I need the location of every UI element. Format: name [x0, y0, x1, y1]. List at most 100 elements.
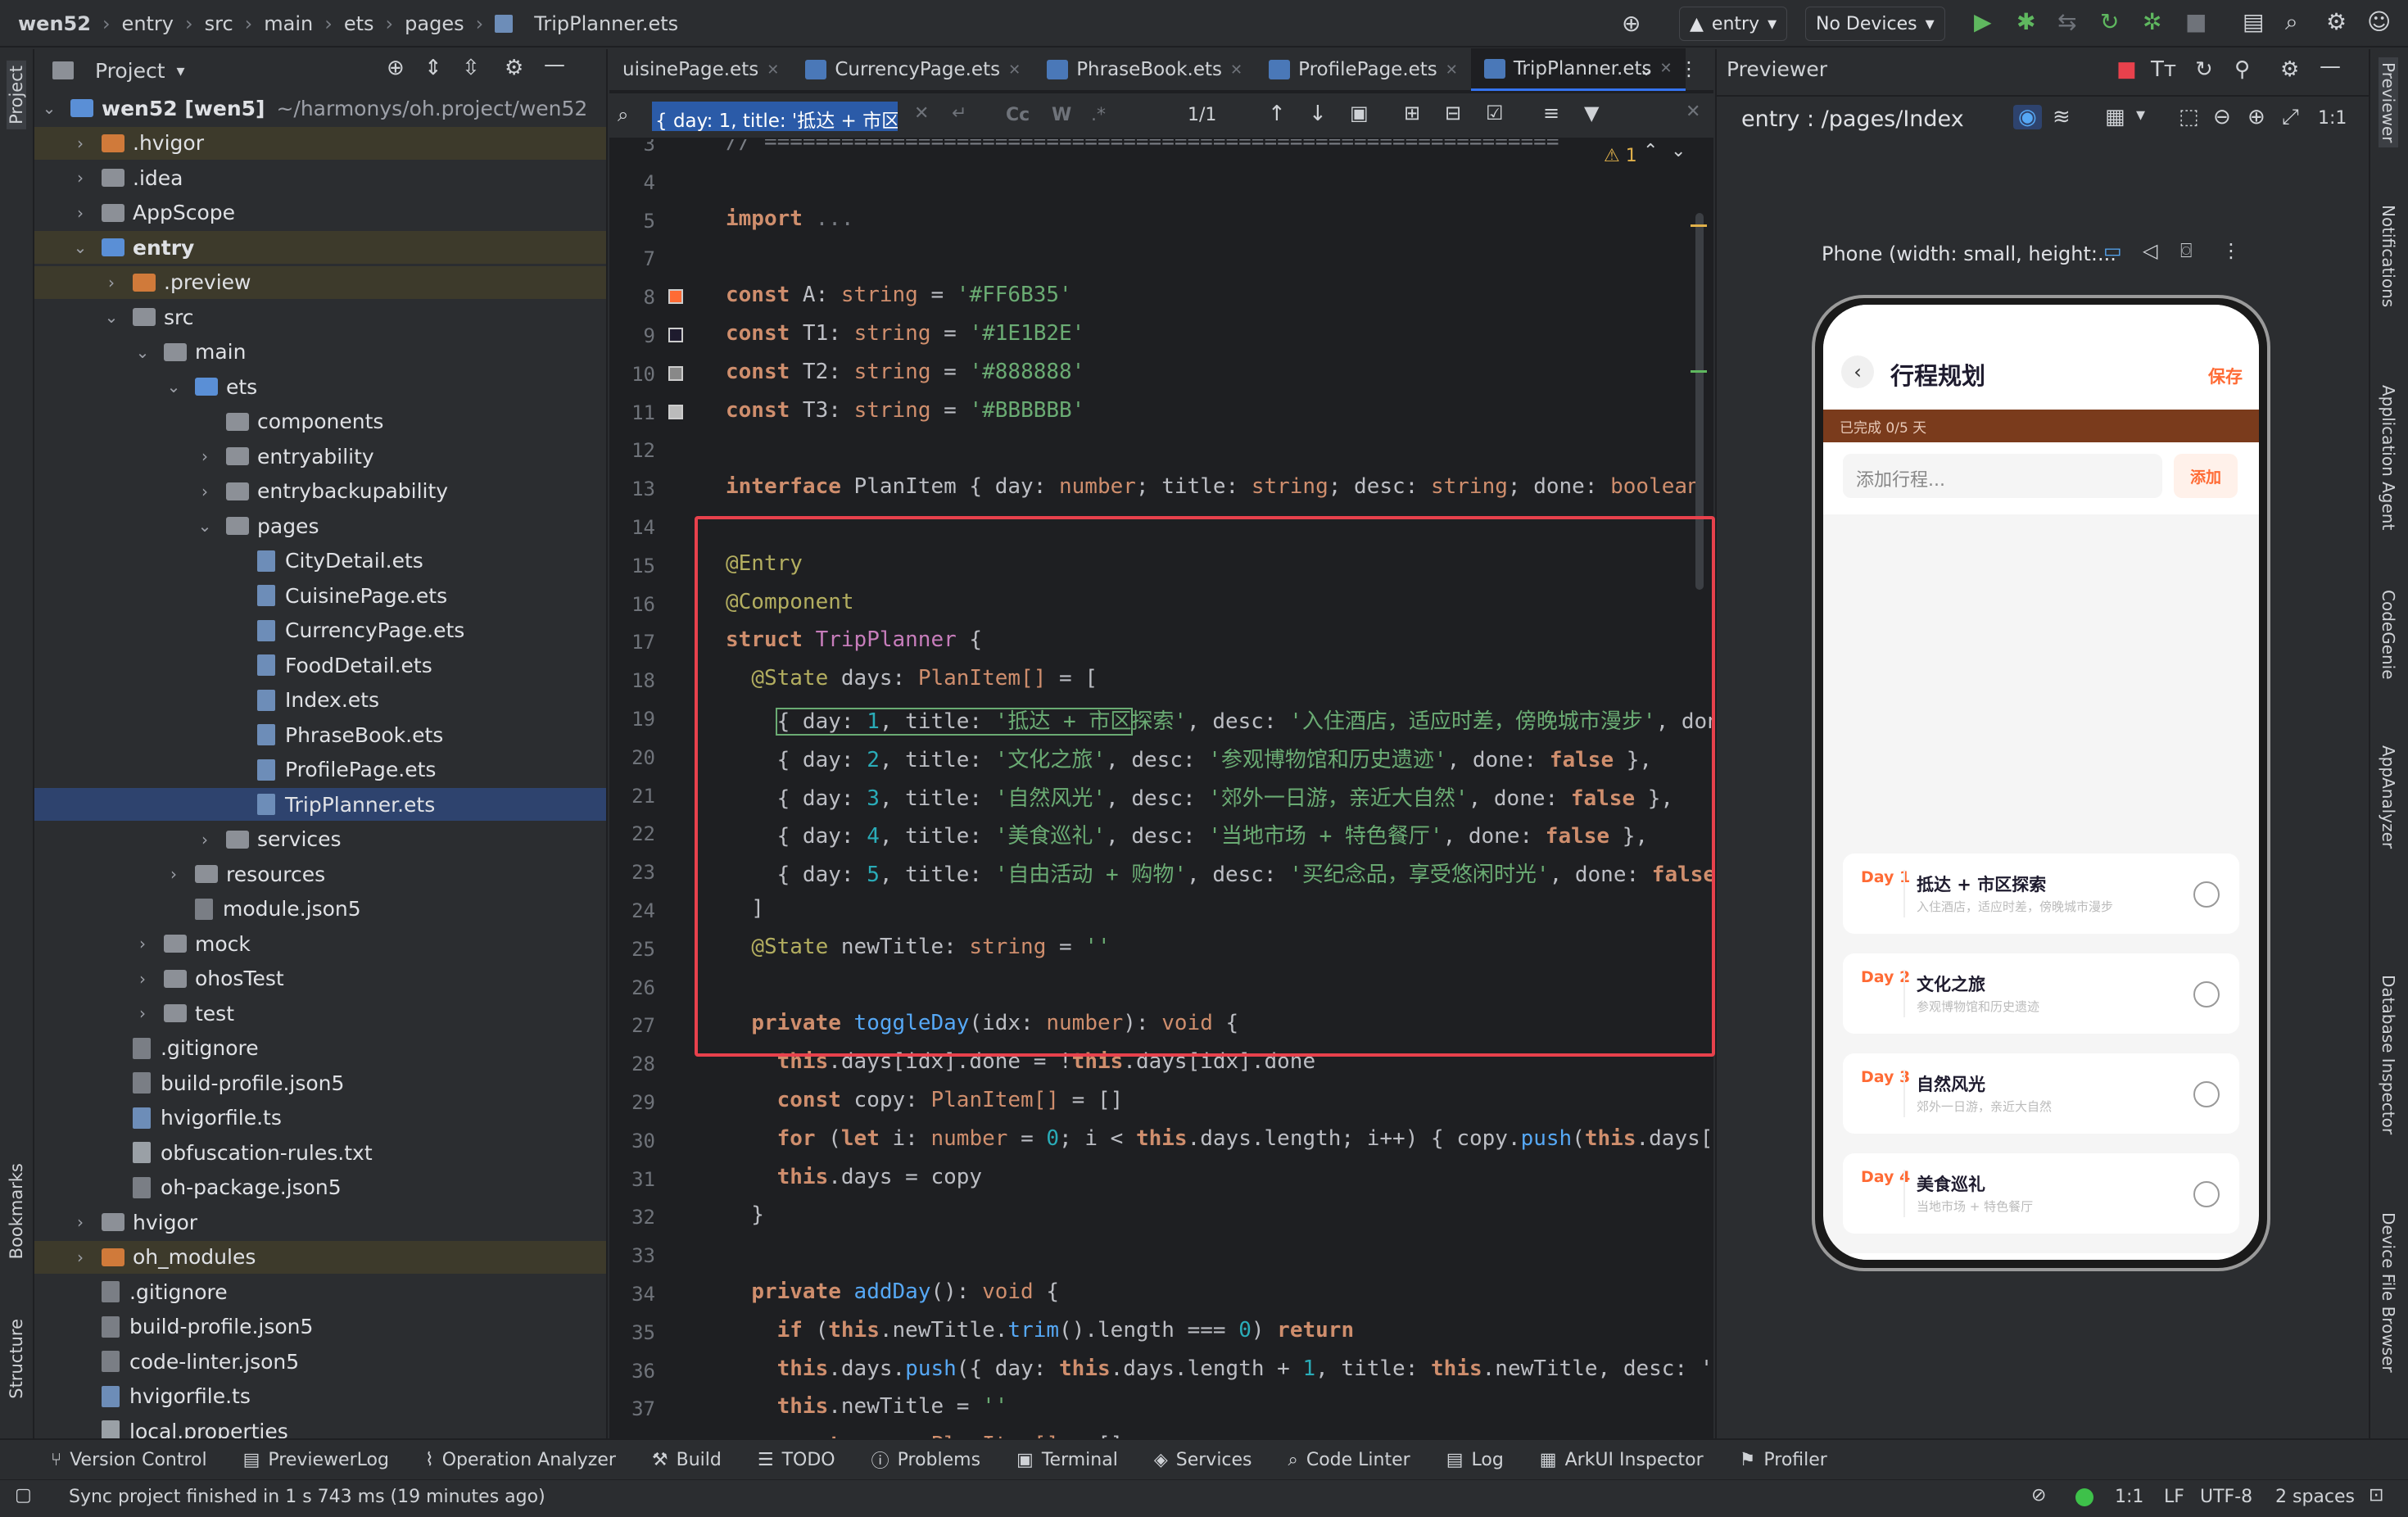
chevron-up-icon[interactable]: ⌃ [1643, 141, 1658, 161]
tool-window-arkui-inspector[interactable]: ▦ ArkUI Inspector [1540, 1450, 1704, 1470]
chevron-right-icon[interactable]: › [70, 134, 90, 153]
tree-item[interactable]: › hvigor [34, 1206, 606, 1239]
tree-item[interactable]: › entrybackupability [34, 475, 606, 508]
layout-icon[interactable]: ▢ [15, 1485, 32, 1506]
indent-setting[interactable]: 2 spaces [2275, 1487, 2355, 1507]
zoom-out-icon[interactable]: ⊖ [2213, 105, 2231, 129]
profile-icon[interactable]: ✲ [2143, 8, 2161, 35]
day-checkbox[interactable] [2193, 1081, 2220, 1107]
bookmarks-tool-tab[interactable]: Bookmarks [7, 1163, 26, 1259]
tree-item[interactable]: › ohosTest [34, 962, 606, 995]
tree-item[interactable]: hvigorfile.ts [34, 1102, 606, 1134]
tree-item[interactable]: code-linter.json5 [34, 1345, 606, 1378]
code-line[interactable]: const A: string = '#FF6B35' [726, 283, 1072, 307]
breadcrumb-ets[interactable]: ets [344, 12, 374, 35]
tree-item[interactable]: ⌄ entry [34, 231, 606, 264]
tree-item[interactable]: › .preview [34, 265, 606, 299]
previewer-tool-tab[interactable]: Previewer [2379, 57, 2398, 148]
newline-icon[interactable]: ↵ [952, 103, 966, 124]
change-marker[interactable] [1691, 370, 1707, 373]
tree-item[interactable]: module.json5 [34, 893, 606, 926]
filter-icon[interactable]: ▼ [1584, 102, 1599, 125]
gear-icon[interactable]: ⚙ [2326, 8, 2347, 35]
day-checkbox[interactable] [2193, 981, 2220, 1008]
code-line[interactable]: const T2: string = '#888888' [726, 360, 1084, 384]
code-line[interactable]: this.days.push({ day: this.days.length +… [726, 1356, 1713, 1381]
back-button[interactable]: ‹ [1841, 355, 1874, 388]
line-separator[interactable]: LF [2164, 1487, 2184, 1507]
tool-window-terminal[interactable]: ▣ Terminal [1016, 1450, 1118, 1470]
tree-item[interactable]: › entryability [34, 440, 606, 473]
appanalyzer-tool-tab[interactable]: AppAnalyzer [2379, 745, 2398, 849]
chevron-down-icon[interactable]: ▾ [177, 61, 185, 80]
chevron-down-icon[interactable]: ▾ [2136, 105, 2145, 125]
code-line[interactable]: // =====================================… [726, 139, 1559, 154]
device-file-browser-tool-tab[interactable]: Device File Browser [2379, 1212, 2398, 1373]
zoom-in-icon[interactable]: ⊕ [2247, 105, 2265, 129]
lock-icon[interactable]: ⊡ [2369, 1485, 2383, 1506]
power-save-icon[interactable]: ⊘ [2031, 1485, 2046, 1506]
tree-item[interactable]: › AppScope [34, 197, 606, 229]
pin-icon[interactable]: ⚲ [2234, 57, 2250, 82]
target-icon[interactable]: ⊕ [1622, 10, 1641, 37]
chevron-down-icon[interactable]: ⌄ [70, 238, 90, 257]
add-trip-input[interactable]: 添加行程... [1843, 454, 2162, 498]
color-swatch-icon[interactable] [668, 289, 683, 305]
search-icon[interactable]: ⌕ [2285, 8, 2298, 36]
chevron-right-icon[interactable]: › [195, 482, 215, 501]
tool-window-todo[interactable]: ☰ TODO [758, 1450, 835, 1470]
tree-item[interactable]: TripPlanner.ets [34, 788, 606, 821]
chevron-right-icon[interactable]: › [102, 273, 121, 292]
save-button[interactable]: 保存 [2208, 364, 2243, 388]
tool-window-profiler[interactable]: ⚑ Profiler [1740, 1450, 1827, 1470]
color-swatch-icon[interactable] [668, 404, 683, 419]
gear-icon[interactable]: ⚙ [505, 56, 523, 80]
day-card[interactable]: Day 1 抵达 + 市区探索 入住酒店，适应时差，傍晚城市漫步 [1843, 854, 2239, 934]
tree-item[interactable]: ProfilePage.ets [34, 754, 606, 786]
tree-item[interactable]: ⌄ src [34, 301, 606, 333]
cursor-position[interactable]: 1:1 [2115, 1487, 2143, 1507]
tree-item[interactable]: oh-package.json5 [34, 1171, 606, 1204]
chevron-down-icon[interactable]: ⌄ [1638, 57, 1654, 80]
device-icon[interactable]: ▭ [2103, 239, 2122, 262]
regex-toggle[interactable]: .* [1091, 105, 1106, 125]
chevron-right-icon[interactable]: › [70, 1212, 90, 1232]
file-encoding[interactable]: UTF-8 [2200, 1487, 2252, 1507]
breadcrumb-pages[interactable]: pages [405, 12, 464, 35]
code-line[interactable]: const T3: string = '#BBBBBB' [726, 398, 1084, 423]
breadcrumb-project[interactable]: wen52 [18, 12, 91, 35]
tool-window-operation-analyzer[interactable]: ⌇ Operation Analyzer [425, 1450, 616, 1470]
code-line[interactable]: const copy: PlanItem[] = [] [726, 1088, 1124, 1112]
locate-icon[interactable]: ⊕ [387, 56, 405, 80]
back-icon[interactable]: ◁ [2143, 239, 2157, 262]
tool-window-code-linter[interactable]: ⌕ Code Linter [1288, 1450, 1410, 1470]
chevron-right-icon[interactable]: › [133, 934, 152, 953]
code-line[interactable]: if (this.newTitle.trim().length === 0) r… [726, 1318, 1354, 1343]
tree-item[interactable]: .gitignore [34, 1032, 606, 1065]
chevron-right-icon[interactable]: › [133, 969, 152, 989]
structure-tool-tab[interactable]: Structure [7, 1319, 26, 1399]
color-swatch-icon[interactable] [668, 328, 683, 342]
chevron-down-icon[interactable]: ⌄ [102, 307, 121, 327]
breadcrumb-main[interactable]: main [264, 12, 313, 35]
tree-item[interactable]: › services [34, 823, 606, 856]
close-icon[interactable]: ✕ [1446, 61, 1458, 79]
chevron-down-icon[interactable]: ⌄ [39, 98, 59, 118]
tree-item[interactable]: .gitignore [34, 1275, 606, 1308]
account-icon[interactable]: ☺ [2367, 8, 2391, 35]
device-select[interactable]: No Devices ▾ [1805, 7, 1945, 41]
grid-icon[interactable]: ▦ [2105, 105, 2125, 129]
gear-icon[interactable]: ⚙ [2280, 57, 2299, 82]
match-case-toggle[interactable]: Cc [1006, 105, 1030, 125]
tree-item[interactable]: hvigorfile.ts [34, 1380, 606, 1413]
add-selection-icon[interactable]: ⊞ [1404, 102, 1420, 125]
day-card[interactable]: Day 3 自然风光 郊外一日游，亲近大自然 [1843, 1053, 2239, 1134]
stop-icon[interactable]: ■ [2185, 8, 2207, 35]
more-icon[interactable]: ⋮ [2221, 239, 2241, 262]
project-panel-title[interactable]: Project [95, 59, 165, 83]
actual-size-label[interactable]: 1:1 [2318, 108, 2347, 129]
layers-icon[interactable]: ≋ [2053, 105, 2071, 129]
minimize-icon[interactable]: — [2320, 54, 2341, 79]
tree-item[interactable]: components [34, 405, 606, 438]
reload-icon[interactable]: ↻ [2100, 8, 2119, 35]
